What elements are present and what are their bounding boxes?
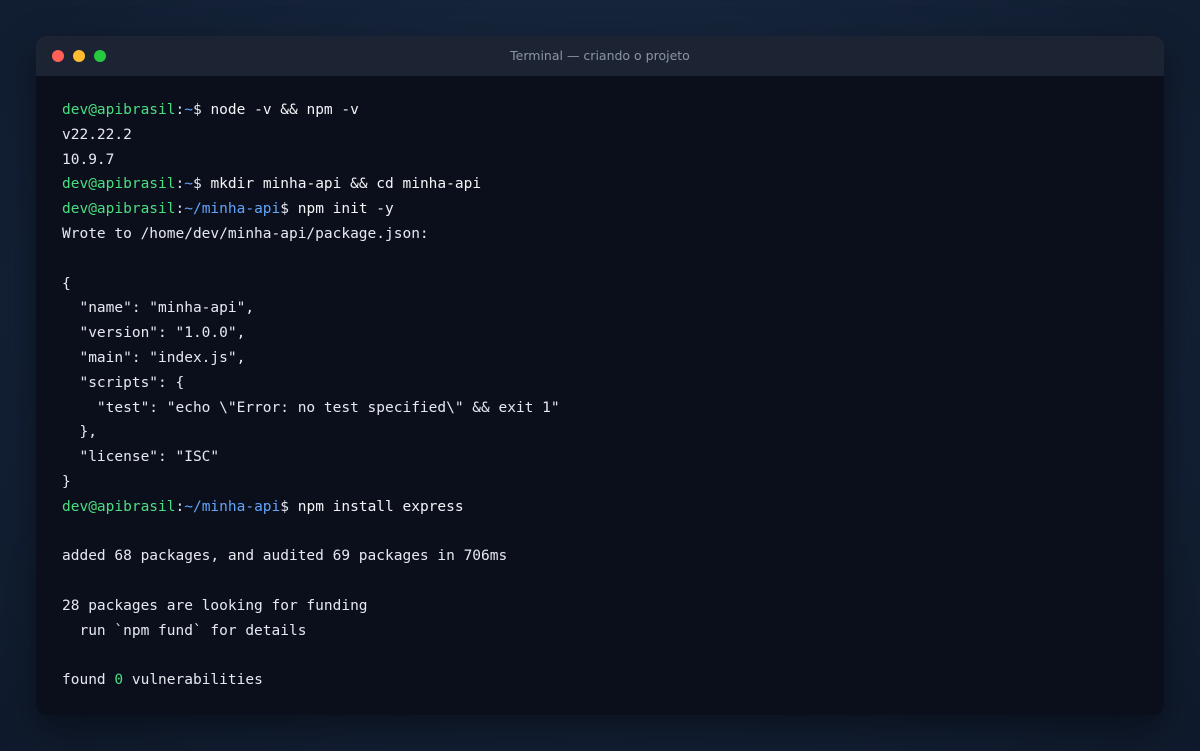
output-line: v22.22.2 (62, 126, 132, 143)
prompt-path: ~ (184, 176, 193, 193)
prompt-user: dev@apibrasil (62, 102, 176, 118)
prompt-sign: $ (192, 176, 211, 193)
command-text: npm init -y (297, 201, 394, 218)
prompt-user: dev@apibrasil (62, 498, 176, 515)
prompt-sign: $ (192, 102, 211, 118)
title-bar: Terminal — criando o projeto (36, 36, 1164, 76)
prompt-line: dev@apibrasil:~/minha-api$ npm install e… (62, 495, 1138, 520)
prompt-line: dev@apibrasil:~$ node -v && npm -v (62, 98, 1138, 123)
command-text: npm install express (297, 498, 464, 515)
prompt-path: ~ (184, 102, 193, 118)
prompt-separator: : (175, 176, 185, 193)
prompt-user: dev@apibrasil (62, 176, 176, 193)
prompt-path: ~/minha-api (184, 498, 281, 515)
command-text: node -v && npm -v (210, 102, 359, 118)
output-line: { (62, 275, 71, 292)
output-line: 28 packages are looking for funding (62, 597, 368, 614)
output-line: run `npm fund` for details (62, 622, 307, 639)
prompt-path: ~/minha-api (184, 201, 281, 218)
prompt-separator: : (175, 102, 185, 118)
output-text: vulnerabilities (123, 672, 263, 689)
output-line: 10.9.7 (62, 151, 115, 168)
prompt-sign: $ (280, 498, 298, 515)
prompt-sign: $ (280, 201, 298, 218)
output-line: Wrote to /home/dev/minha-api/package.jso… (62, 225, 429, 242)
output-line: } (62, 473, 71, 490)
output-line: "scripts": { (62, 374, 185, 391)
output-line: }, (62, 424, 97, 441)
prompt-separator: : (175, 498, 185, 515)
output-line: "test": "echo \"Error: no test specified… (62, 399, 560, 416)
vulnerability-count: 0 (114, 672, 124, 689)
terminal-output[interactable]: dev@apibrasil:~$ node -v && npm -v v22.22… (36, 76, 1164, 693)
prompt-line: dev@apibrasil:~/minha-api$ npm init -y (62, 197, 1138, 222)
output-line: added 68 packages, and audited 69 packag… (62, 548, 508, 565)
window-title: Terminal — criando o projeto (510, 48, 690, 63)
output-text: found (62, 672, 115, 689)
output-line: "name": "minha-api", (62, 300, 255, 317)
prompt-separator: : (175, 201, 185, 218)
prompt-line: dev@apibrasil:~$ mkdir minha-api && cd m… (62, 172, 1138, 197)
command-text: mkdir minha-api && cd minha-api (210, 176, 482, 193)
output-line: "version": "1.0.0", (62, 325, 246, 342)
output-line: "license": "ISC" (62, 449, 220, 466)
output-line: "main": "index.js", (62, 349, 246, 366)
prompt-user: dev@apibrasil (62, 201, 176, 218)
output-line: found 0 vulnerabilities (62, 668, 1138, 693)
terminal-window: Terminal — criando o projeto dev@apibras… (36, 36, 1164, 715)
